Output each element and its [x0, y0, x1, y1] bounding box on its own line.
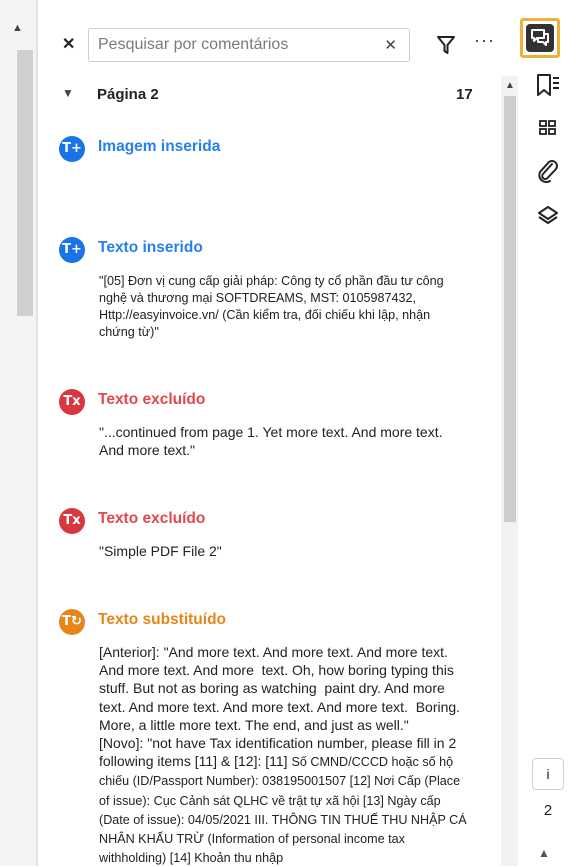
comment-body-text: [Anterior]: "And more text. And more tex… — [99, 644, 461, 770]
text-insert-icon: T+ — [59, 237, 85, 263]
text-insert-icon: T+ — [59, 136, 85, 162]
comment-body: "Simple PDF File 2" — [99, 543, 222, 559]
text-strike-icon: Tx — [59, 508, 85, 534]
page-number: 2 — [543, 802, 553, 819]
chevron-up-icon[interactable]: ▲ — [538, 846, 550, 860]
comments-panel: ✕ ✕ ··· ▲ ▼ Página 2 17 T+ Imagem inseri… — [38, 0, 518, 866]
right-tool-rail: i 2 ▲ — [518, 0, 576, 866]
comment-type: Texto substituído — [98, 611, 227, 628]
comment-type: Texto excluído — [98, 391, 206, 408]
comment-type: Imagem inserida — [98, 138, 221, 155]
comment-body-text: Số CMND/CCCD hoặc số hộ chiếu (ID/Passpo… — [99, 755, 471, 866]
thumbnails-icon[interactable] — [528, 108, 568, 148]
document-scroll-thumb[interactable] — [17, 50, 33, 316]
document-scrollbar[interactable]: ▲ — [0, 0, 38, 866]
comments-toolbar: ✕ ✕ ··· — [38, 24, 518, 66]
scroll-up-arrow-icon[interactable]: ▲ — [12, 22, 23, 34]
comment-body: [Anterior]: "And more text. And more tex… — [99, 643, 469, 867]
page-group-title: Página 2 — [97, 86, 159, 103]
comment-type: Texto inserido — [98, 239, 203, 256]
scroll-up-arrow-icon[interactable]: ▲ — [505, 80, 515, 91]
comment-type: Texto excluído — [98, 510, 206, 527]
comment-icon[interactable] — [520, 18, 560, 58]
attachment-icon[interactable] — [528, 152, 568, 192]
page-info-button[interactable]: i — [532, 758, 564, 790]
chevron-down-icon[interactable]: ▼ — [62, 86, 74, 100]
comment-count: 17 — [456, 86, 473, 103]
clear-search-icon[interactable]: ✕ — [384, 36, 397, 54]
comments-scroll-thumb[interactable] — [504, 96, 516, 522]
bookmark-icon[interactable] — [528, 66, 568, 106]
text-replace-icon: T↻ — [59, 609, 85, 635]
search-box[interactable]: ✕ — [88, 28, 410, 62]
comments-scrollbar[interactable]: ▲ — [501, 76, 518, 866]
close-icon[interactable]: ✕ — [62, 34, 75, 54]
layers-icon[interactable] — [528, 196, 568, 236]
search-input[interactable] — [98, 35, 368, 55]
filter-icon[interactable] — [436, 34, 456, 56]
more-options-icon[interactable]: ··· — [474, 30, 495, 51]
comment-body: "[05] Đơn vị cung cấp giải pháp: Công ty… — [99, 274, 448, 339]
text-strike-icon: Tx — [59, 389, 85, 415]
comment-body: "...continued from page 1. Yet more text… — [99, 424, 446, 458]
page-group-header[interactable]: ▼ Página 2 17 — [38, 80, 498, 110]
